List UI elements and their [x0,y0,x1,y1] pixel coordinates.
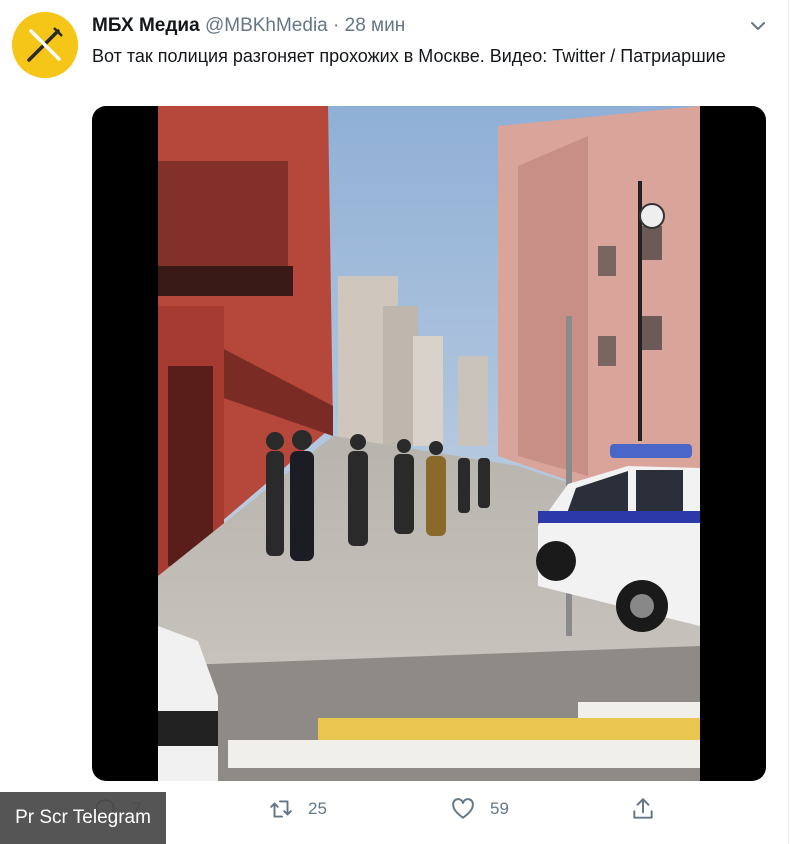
heart-icon [452,798,474,819]
author-name[interactable]: МБХ Медиа [92,15,200,36]
header-separator: · [333,15,340,36]
tweet-actions: 7 25 59 [92,792,692,826]
share-button[interactable] [630,792,656,826]
chevron-down-icon [751,22,765,30]
tweet-card[interactable]: МБХ Медиа @MBKhMedia · 28 мин Вот так по… [0,0,789,844]
like-button[interactable]: 59 [450,792,509,826]
author-handle[interactable]: @MBKhMedia [205,15,328,36]
watermark-label: Pr Scr Telegram [0,792,166,844]
tweet-text: Вот так полиция разгоняет прохожих в Мос… [92,46,726,66]
retweet-icon [270,800,292,818]
share-icon [633,798,653,819]
retweet-button[interactable]: 25 [268,792,327,826]
tweet-header: МБХ Медиа @MBKhMedia · 28 мин [92,14,405,38]
tweet-timestamp[interactable]: 28 мин [345,15,406,36]
crossed-swords-logo-icon [12,12,78,78]
author-avatar[interactable] [12,12,78,78]
retweet-count: 25 [308,799,327,818]
video-frame [158,106,700,781]
like-count: 59 [490,799,509,818]
more-options-button[interactable] [748,16,768,36]
tweet-video[interactable] [92,106,766,781]
